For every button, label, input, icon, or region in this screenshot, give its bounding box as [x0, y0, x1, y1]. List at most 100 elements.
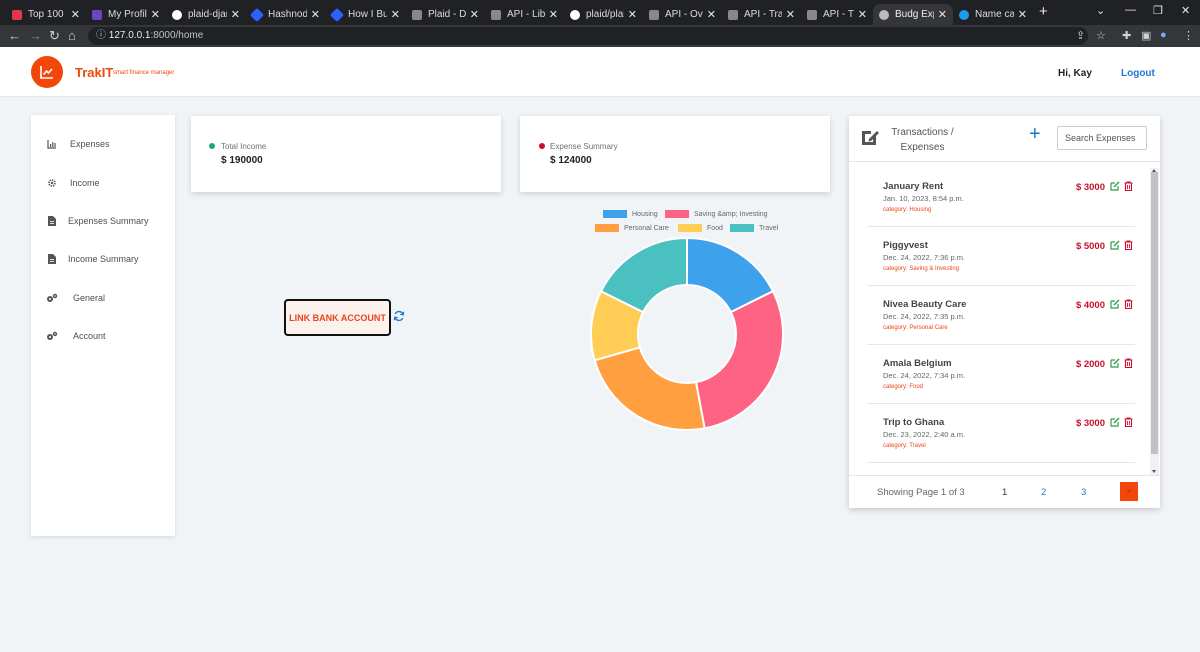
back-icon[interactable]: ← — [8, 28, 21, 43]
tab-title: API - Transa — [744, 9, 782, 20]
sidebar-item-income[interactable]: Income — [31, 173, 175, 193]
browser-tab[interactable]: Name cann ✕ — [953, 4, 1033, 25]
share-icon[interactable]: ⇪ — [1076, 29, 1085, 42]
browser-tab[interactable]: API - Librar ✕ — [485, 4, 564, 25]
browser-tab[interactable]: API - Overv ✕ — [643, 4, 722, 25]
legend-item[interactable]: Personal Care — [595, 224, 669, 232]
home-icon[interactable]: ⌂ — [68, 28, 76, 43]
sidebar-item-income-summary[interactable]: Income Summary — [31, 249, 175, 269]
browser-tab[interactable]: API - Transa ✕ — [801, 4, 873, 25]
transaction-row[interactable]: Piggyvest Dec. 24, 2022, 7:36 p.m. categ… — [867, 227, 1135, 286]
transaction-row[interactable]: Trip to Ghana Dec. 23, 2022, 2:40 a.m. c… — [867, 404, 1135, 463]
minimize-icon[interactable]: — — [1125, 4, 1136, 16]
close-icon[interactable]: ✕ — [858, 8, 867, 21]
sidebar-item-general[interactable]: General — [31, 288, 175, 308]
close-icon[interactable]: ✕ — [549, 8, 558, 21]
card-label: Expense Summary — [550, 142, 618, 151]
trash-icon[interactable] — [1124, 417, 1133, 427]
browser-tab[interactable]: My Profile ✕ — [86, 4, 166, 25]
browser-tab[interactable]: Top 100 Py ✕ — [6, 4, 86, 25]
close-icon[interactable]: ✕ — [707, 8, 716, 21]
transaction-row[interactable]: Nivea Beauty Care Dec. 24, 2022, 7:35 p.… — [867, 286, 1135, 345]
bookmark-star-icon[interactable]: ☆ — [1096, 29, 1106, 42]
window-close-icon[interactable]: ✕ — [1181, 4, 1190, 17]
close-icon[interactable]: ✕ — [391, 8, 400, 21]
legend-item[interactable]: Food — [678, 224, 723, 232]
legend-item[interactable]: Travel — [730, 224, 778, 232]
transaction-row[interactable]: Amala Belgium Dec. 24, 2022, 7:34 p.m. c… — [867, 345, 1135, 404]
scrollbar-thumb[interactable] — [1151, 172, 1158, 454]
donut-slice-1[interactable] — [694, 289, 784, 430]
github-icon — [172, 9, 182, 20]
refresh-icon[interactable] — [393, 310, 405, 322]
close-icon[interactable]: ✕ — [786, 8, 795, 21]
sidebar-item-expenses[interactable]: Expenses — [31, 134, 175, 154]
legend-item[interactable]: Saving &amp; Investing — [665, 210, 768, 218]
sidebar-item-account[interactable]: Account — [31, 326, 175, 346]
edit-icon[interactable] — [1110, 181, 1120, 191]
address-bar[interactable]: ⓘ 127.0.0.1:8000/home — [88, 27, 1088, 45]
info-icon[interactable]: ⓘ — [96, 30, 106, 41]
browser-tab[interactable]: plaid/plaid ✕ — [564, 4, 643, 25]
tab-search-icon[interactable]: ⌄ — [1096, 4, 1105, 17]
restore-icon[interactable]: ❐ — [1153, 4, 1163, 17]
link-bank-account-button[interactable]: LINK BANK ACCOUNT — [284, 299, 391, 336]
scroll-down-icon[interactable] — [1152, 470, 1156, 473]
logout-link[interactable]: Logout — [1121, 68, 1155, 79]
close-icon[interactable]: ✕ — [231, 8, 240, 21]
close-icon[interactable]: ✕ — [628, 8, 637, 21]
transaction-name: January Rent — [883, 181, 944, 192]
search-expenses-input[interactable] — [1057, 126, 1147, 150]
close-icon[interactable]: ✕ — [1018, 8, 1027, 21]
browser-tab[interactable]: API - Transa ✕ — [722, 4, 801, 25]
transaction-list-scrollbar[interactable] — [1150, 168, 1159, 475]
edit-icon[interactable] — [1110, 358, 1120, 368]
settings-icon — [46, 292, 58, 304]
donut-slice-2[interactable] — [593, 346, 706, 431]
page-1-link[interactable]: 1 — [1002, 487, 1007, 498]
page-2-link[interactable]: 2 — [1041, 487, 1046, 498]
sidepanel-icon[interactable]: ▣ — [1141, 29, 1151, 42]
sidebar-item-label: Income — [70, 178, 100, 188]
forward-icon[interactable]: → — [29, 28, 42, 43]
sidebar-item-expenses-summary[interactable]: Expenses Summary — [31, 211, 175, 231]
next-page-button[interactable]: » — [1120, 482, 1138, 501]
browser-tab[interactable]: How I Built ✕ — [326, 4, 406, 25]
tab-title: Hashnode — [268, 9, 307, 20]
close-icon[interactable]: ✕ — [151, 8, 160, 21]
profile-icon[interactable]: ● — [1160, 29, 1167, 41]
trash-icon[interactable] — [1124, 240, 1133, 250]
expense-donut-chart[interactable] — [590, 237, 784, 431]
edit-icon[interactable] — [1110, 417, 1120, 427]
browser-tab-active[interactable]: Budg Expen ✕ — [873, 4, 953, 25]
sidebar-item-label: Expenses — [70, 139, 110, 149]
file-icon — [46, 215, 58, 227]
edit-icon[interactable] — [1110, 240, 1120, 250]
edit-document-icon — [862, 131, 879, 145]
browser-tab[interactable]: Plaid - Dash ✕ — [406, 4, 485, 25]
trash-icon[interactable] — [1124, 181, 1133, 191]
edit-icon[interactable] — [1110, 299, 1120, 309]
file-icon — [46, 253, 58, 265]
brand-name[interactable]: TrakIT — [75, 65, 113, 80]
legend-item[interactable]: Housing — [603, 210, 658, 218]
close-icon[interactable]: ✕ — [938, 8, 947, 21]
browser-tab[interactable]: plaid-djang ✕ — [166, 4, 246, 25]
menu-icon[interactable]: ⋮ — [1183, 29, 1194, 42]
close-icon[interactable]: ✕ — [470, 8, 479, 21]
close-icon[interactable]: ✕ — [71, 8, 80, 21]
github-icon — [570, 9, 580, 20]
close-icon[interactable]: ✕ — [311, 8, 320, 21]
logo[interactable] — [31, 56, 63, 88]
reload-icon[interactable]: ↻ — [49, 28, 60, 44]
page-3-link[interactable]: 3 — [1081, 487, 1086, 498]
extensions-icon[interactable]: ✚ — [1122, 29, 1131, 42]
transaction-date: Dec. 24, 2022, 7:34 p.m. — [883, 371, 966, 380]
browser-tab[interactable]: Hashnode ✕ — [246, 4, 326, 25]
tab-title: How I Built — [348, 9, 387, 20]
add-expense-button[interactable]: + — [1029, 124, 1041, 144]
transaction-row[interactable]: January Rent Jan. 10, 2023, 8:54 p.m. ca… — [867, 168, 1135, 227]
trash-icon[interactable] — [1124, 358, 1133, 368]
new-tab-button[interactable]: + — [1039, 3, 1048, 20]
trash-icon[interactable] — [1124, 299, 1133, 309]
